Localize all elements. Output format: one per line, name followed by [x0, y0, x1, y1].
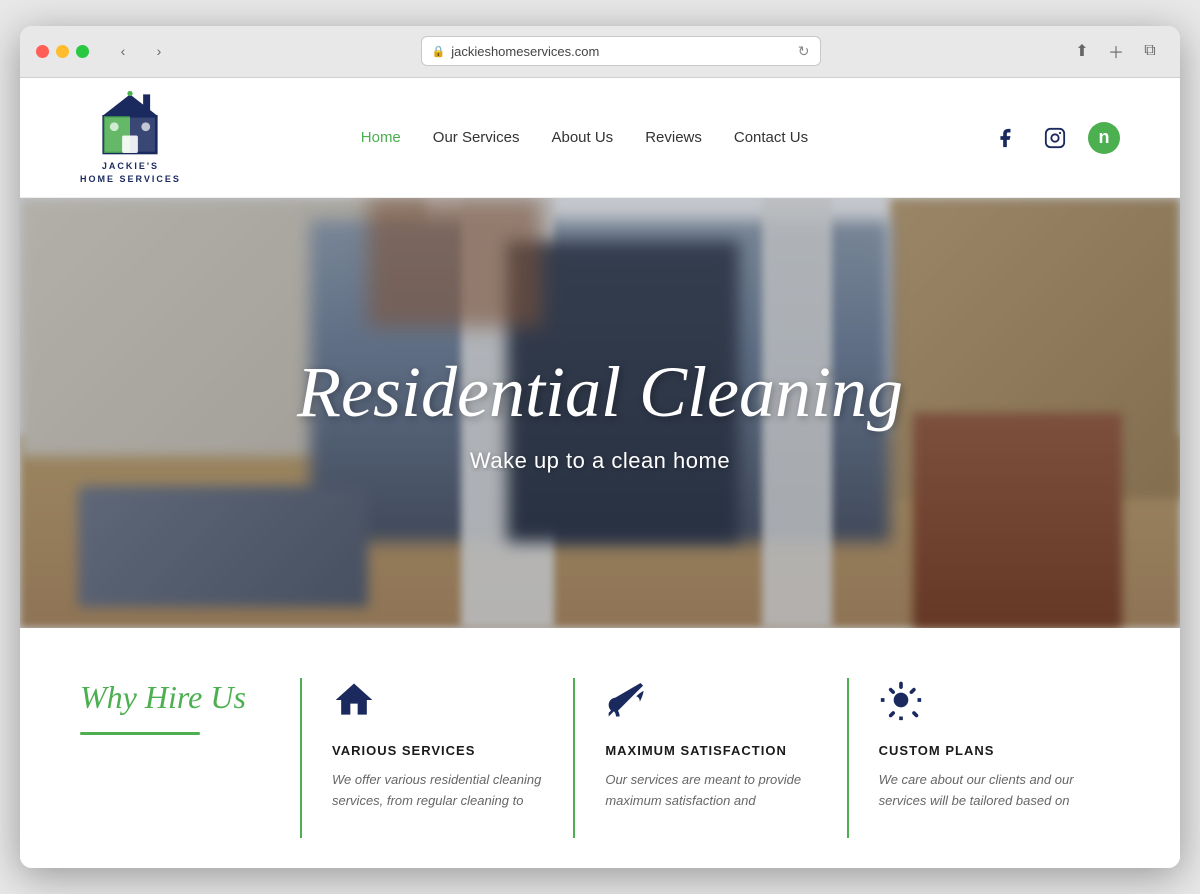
site-nav: Home Our Services About Us Reviews Conta…	[361, 129, 808, 146]
satisfaction-desc: Our services are meant to provide maximu…	[605, 770, 816, 812]
service-card-various: VARIOUS SERVICES We offer various reside…	[300, 678, 573, 838]
tabs-button[interactable]: ⧉	[1136, 37, 1164, 65]
various-icon-wrapper	[332, 678, 543, 727]
various-desc: We offer various residential cleaning se…	[332, 770, 543, 812]
social-icons: n	[988, 121, 1120, 155]
back-button[interactable]: ‹	[109, 37, 137, 65]
hero-subtitle: Wake up to a clean home	[297, 448, 903, 474]
share-button[interactable]: ⬆	[1068, 37, 1096, 65]
address-bar-container: 🔒 jackieshomeservices.com ↻	[185, 36, 1056, 66]
url-text: jackieshomeservices.com	[451, 44, 599, 59]
various-title: VARIOUS SERVICES	[332, 743, 543, 758]
hero-content: Residential Cleaning Wake up to a clean …	[297, 353, 903, 474]
address-bar[interactable]: 🔒 jackieshomeservices.com ↻	[421, 36, 821, 66]
logo-svg	[95, 90, 165, 160]
service-card-custom: CUSTOM PLANS We care about our clients a…	[847, 678, 1120, 838]
browser-titlebar: ‹ › 🔒 jackieshomeservices.com ↻ ⬆ ＋ ⧉	[20, 26, 1180, 78]
hand-sparkles-icon	[879, 678, 923, 722]
new-tab-button[interactable]: ＋	[1102, 37, 1130, 65]
nav-contact[interactable]: Contact Us	[734, 129, 808, 146]
nav-services[interactable]: Our Services	[433, 129, 520, 146]
maximize-button[interactable]	[76, 45, 89, 58]
nav-home[interactable]: Home	[361, 129, 401, 146]
nav-reviews[interactable]: Reviews	[645, 129, 702, 146]
website-content: JACKIE'S HOME SERVICES Home Our Services…	[20, 78, 1180, 868]
lock-icon: 🔒	[432, 45, 446, 58]
why-title: Why Hire Us	[80, 678, 270, 716]
broom-icon	[605, 678, 649, 722]
refresh-icon[interactable]: ↻	[798, 43, 810, 60]
satisfaction-icon-wrapper	[605, 678, 816, 727]
hero-title: Residential Cleaning	[297, 353, 903, 432]
custom-icon-wrapper	[879, 678, 1090, 727]
logo-area: JACKIE'S HOME SERVICES	[80, 90, 181, 185]
forward-button[interactable]: ›	[145, 37, 173, 65]
logo-name: JACKIE'S HOME SERVICES	[80, 160, 181, 185]
close-button[interactable]	[36, 45, 49, 58]
browser-actions: ⬆ ＋ ⧉	[1068, 37, 1164, 65]
nav-controls: ‹ ›	[109, 37, 173, 65]
why-left: Why Hire Us	[80, 678, 300, 735]
nextdoor-icon[interactable]: n	[1088, 122, 1120, 154]
why-underline	[80, 732, 200, 735]
hero-section: Residential Cleaning Wake up to a clean …	[20, 198, 1180, 628]
browser-window: ‹ › 🔒 jackieshomeservices.com ↻ ⬆ ＋ ⧉	[20, 26, 1180, 868]
service-card-satisfaction: MAXIMUM SATISFACTION Our services are me…	[573, 678, 846, 838]
minimize-button[interactable]	[56, 45, 69, 58]
satisfaction-title: MAXIMUM SATISFACTION	[605, 743, 816, 758]
site-header: JACKIE'S HOME SERVICES Home Our Services…	[20, 78, 1180, 198]
nav-about[interactable]: About Us	[551, 129, 613, 146]
house-icon	[332, 678, 376, 722]
custom-desc: We care about our clients and our servic…	[879, 770, 1090, 812]
instagram-icon[interactable]	[1038, 121, 1072, 155]
why-section: Why Hire Us VARIOUS SERVICES We offer va…	[20, 628, 1180, 868]
custom-title: CUSTOM PLANS	[879, 743, 1090, 758]
window-controls	[36, 45, 89, 58]
services-grid: VARIOUS SERVICES We offer various reside…	[300, 678, 1120, 838]
facebook-icon[interactable]	[988, 121, 1022, 155]
